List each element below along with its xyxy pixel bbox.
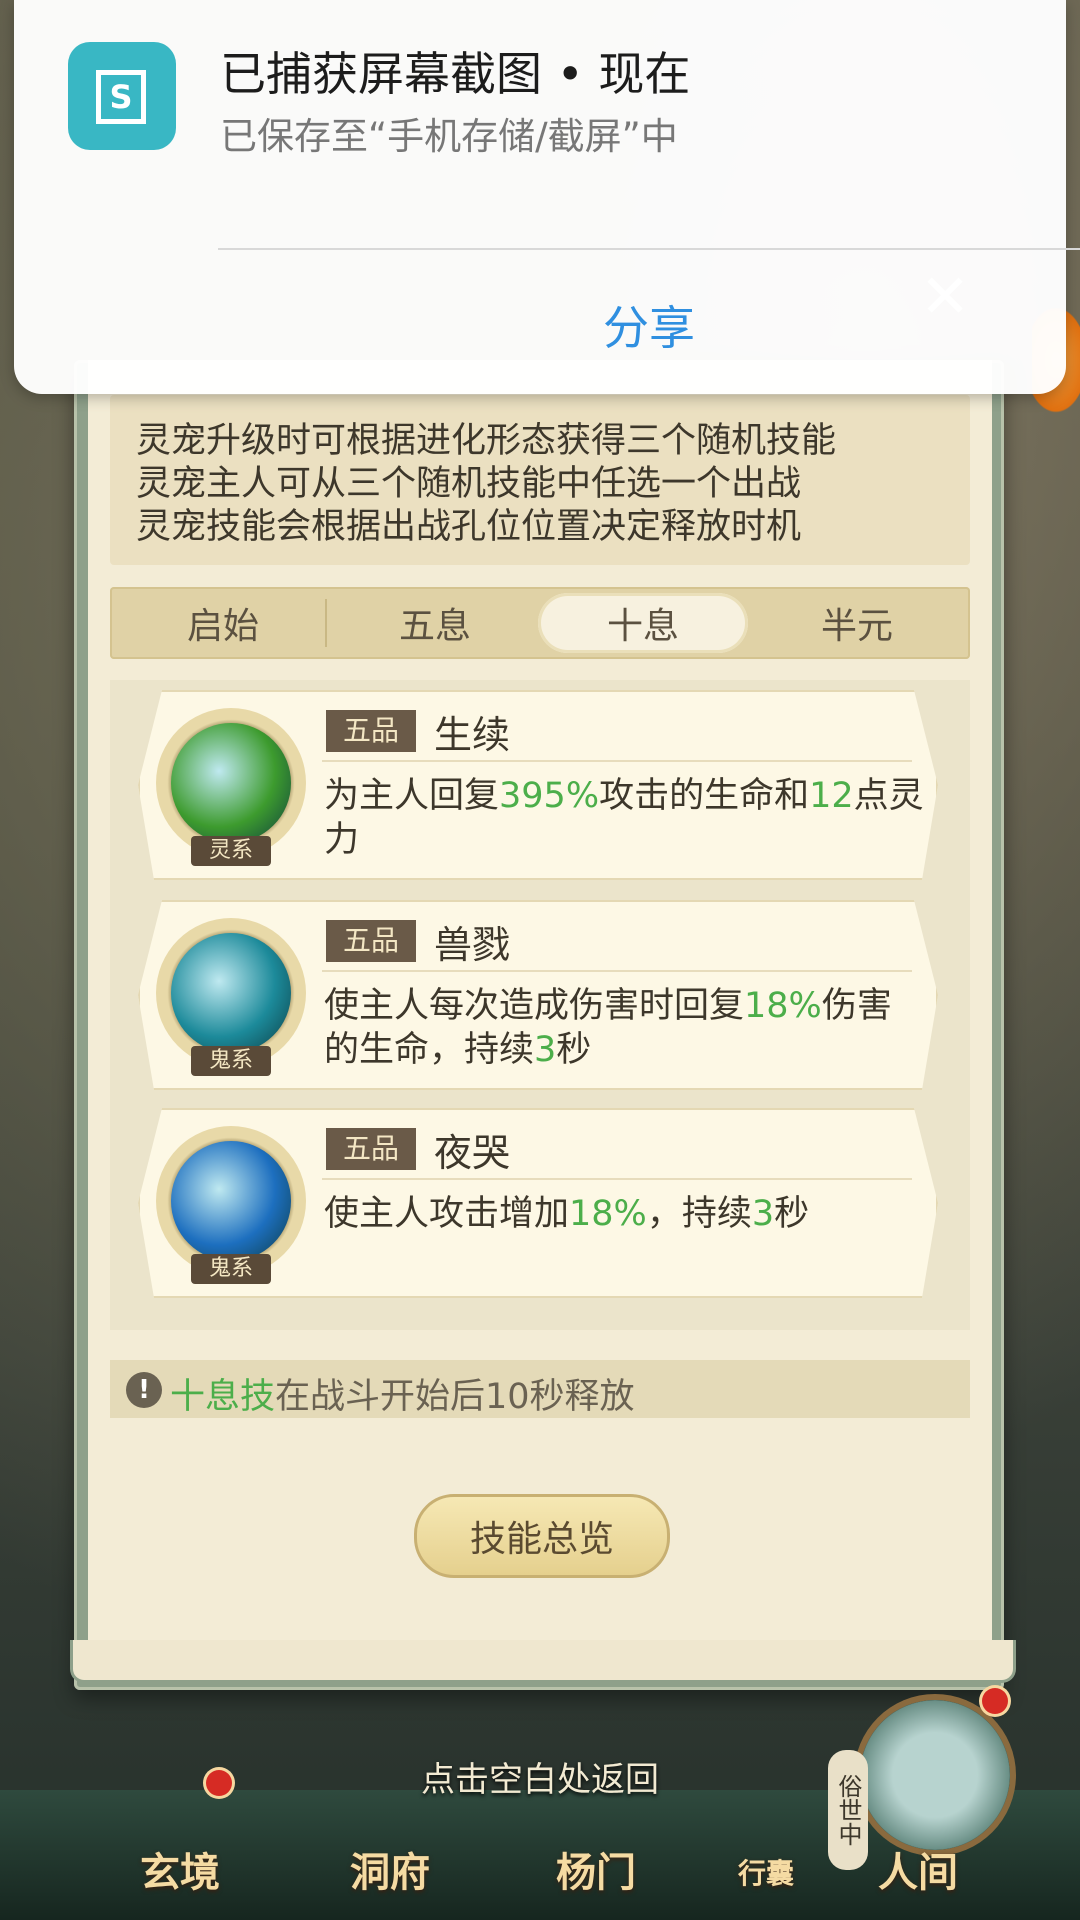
highlight-value: 18%: [744, 986, 822, 1026]
notification-title: 已捕获屏幕截图 • 现在: [220, 47, 691, 101]
share-button[interactable]: 分享: [14, 292, 1080, 358]
nav-yangmen[interactable]: 杨门: [556, 1840, 636, 1898]
skill-divider: [322, 1178, 912, 1180]
nav-dongfu[interactable]: 洞府: [350, 1840, 430, 1898]
skill-type-badge: 鬼系: [191, 1046, 271, 1076]
skill-overview-button[interactable]: 技能总览: [414, 1494, 670, 1578]
stage-tabs: 启始 五息 十息 半元: [110, 587, 970, 659]
highlight-value: 3: [534, 1030, 557, 1070]
notification-divider: [218, 248, 1080, 250]
description-text: 为主人回复: [324, 776, 500, 816]
description-text: ，持续: [646, 1194, 752, 1234]
tab-label: 五息: [398, 606, 471, 647]
skill-name: 生续: [434, 713, 511, 757]
skill-divider: [322, 970, 912, 972]
skill-description: 使主人每次造成伤害时回复18%伤害的生命，持续3秒: [324, 984, 924, 1072]
description-text: 使主人每次造成伤害时回复: [324, 986, 745, 1026]
tab-banyuan[interactable]: 半元: [752, 587, 962, 659]
notification-dot: [982, 1688, 1008, 1714]
description-line-3: 灵宠技能会根据出战孔位位置决定释放时机: [136, 507, 802, 547]
notification-subtitle: 已保存至“手机存储/截屏”中: [220, 115, 678, 158]
tab-qishi[interactable]: 启始: [118, 587, 328, 659]
grade-badge: 五品: [326, 1128, 416, 1170]
tab-divider: [325, 599, 327, 647]
water-drop-icon: [171, 1141, 291, 1261]
nav-xuanjing[interactable]: 玄境: [140, 1840, 220, 1898]
tab-label: 启始: [186, 606, 259, 647]
skill-divider: [322, 760, 912, 762]
panel-bottom-edge: [70, 1640, 1016, 1683]
green-blade-icon: [171, 723, 291, 843]
nav-renjian[interactable]: 人间: [878, 1840, 958, 1898]
description-text: 使主人攻击增加: [324, 1194, 570, 1234]
grade-badge: 五品: [326, 920, 416, 962]
skill-name: 夜哭: [434, 1131, 511, 1175]
note-highlight: 十息技: [170, 1377, 276, 1417]
highlight-value: 18%: [569, 1194, 647, 1234]
skill-description: 为主人回复395%攻击的生命和12点灵力: [324, 774, 924, 862]
shark-icon: [171, 933, 291, 1053]
screenshot-s-icon: S: [96, 70, 146, 124]
skill-type-badge: 灵系: [191, 836, 271, 866]
nav-xingnang[interactable]: 行囊: [738, 1852, 794, 1892]
description-text: 攻击的生命和: [599, 776, 810, 816]
description-text: 秒: [774, 1194, 810, 1234]
description-text: 秒: [556, 1030, 592, 1070]
exclamation-icon: !: [126, 1372, 162, 1408]
tab-label: 半元: [820, 606, 893, 647]
grade-badge: 五品: [326, 710, 416, 752]
skill-name: 兽戮: [434, 923, 511, 967]
notification-dot: [206, 1770, 232, 1796]
nav-vertical-label: 俗世中: [828, 1750, 868, 1870]
highlight-value: 395%: [499, 776, 600, 816]
highlight-value: 3: [751, 1194, 775, 1234]
screenshot-notification[interactable]: S 已捕获屏幕截图 • 现在 已保存至“手机存储/截屏”中 分享: [14, 0, 1080, 394]
screenshot-app-icon: S: [68, 42, 176, 150]
skill-type-badge: 鬼系: [191, 1254, 271, 1284]
tab-shixi[interactable]: 十息: [538, 593, 748, 653]
tab-wuxi[interactable]: 五息: [330, 587, 540, 659]
note-text: 十息技在战斗开始后10秒释放: [170, 1368, 635, 1419]
world-emblem-icon: [860, 1700, 1010, 1850]
note-body: 在战斗开始后10秒释放: [275, 1377, 635, 1417]
highlight-value: 12: [809, 776, 854, 816]
skill-description: 使主人攻击增加18%，持续3秒: [324, 1192, 924, 1236]
tab-label: 十息: [606, 606, 679, 647]
